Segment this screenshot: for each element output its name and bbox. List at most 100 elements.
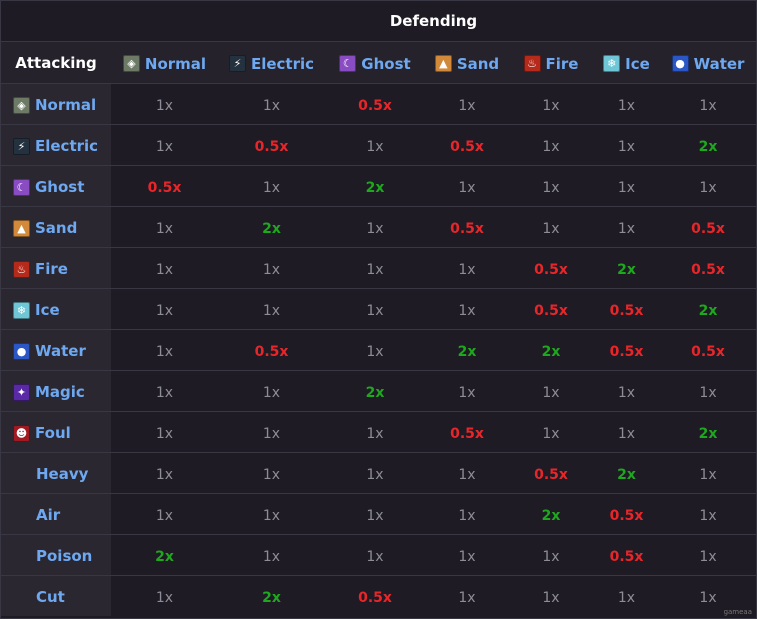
- multiplier-cell: 0.5x: [325, 575, 425, 616]
- multiplier-value: 1x: [155, 261, 174, 278]
- multiplier-cell: 1x: [325, 124, 425, 166]
- multiplier-value: 0.5x: [254, 343, 289, 360]
- type-label: ♨ Fire: [13, 260, 68, 278]
- attacking-type-cell: Cut: [1, 575, 111, 616]
- attacking-row-poison: Poison 2x 1x 1x 1x 1x 0.5x 1x: [1, 534, 757, 576]
- multiplier-cell: 1x: [325, 411, 425, 453]
- multiplier-value: 1x: [155, 507, 174, 524]
- multiplier-value: 1x: [366, 425, 384, 442]
- multiplier-value: 2x: [262, 589, 281, 606]
- multiplier-value: 2x: [698, 138, 718, 155]
- multiplier-cell: 1x: [325, 493, 425, 535]
- multiplier-cell: 0.5x: [593, 534, 660, 576]
- multiplier-value: 1x: [366, 302, 384, 319]
- multiplier-value: 0.5x: [254, 138, 289, 155]
- type-name: Cut: [36, 587, 65, 606]
- type-name: Magic: [35, 383, 85, 402]
- multiplier-value: 0.5x: [609, 302, 644, 319]
- type-name: Normal: [35, 96, 97, 115]
- multiplier-cell: 1x: [660, 83, 757, 125]
- multiplier-value: 1x: [155, 97, 174, 114]
- multiplier-cell: 2x: [660, 124, 757, 166]
- multiplier-value: 1x: [617, 179, 636, 196]
- multiplier-cell: 1x: [660, 493, 757, 535]
- type-label: ◈ Normal: [13, 96, 96, 114]
- multiplier-cell: 1x: [509, 124, 593, 166]
- electric-type-icon: ⚡: [228, 55, 246, 73]
- type-name: Air: [36, 505, 61, 524]
- type-name: Foul: [35, 424, 71, 443]
- type-name: Ice: [625, 54, 650, 73]
- attacking-type-cell: ☾ Ghost: [1, 165, 111, 207]
- multiplier-cell: 1x: [218, 288, 325, 330]
- multiplier-value: 1x: [155, 220, 174, 237]
- multiplier-cell: 1x: [111, 288, 218, 330]
- multiplier-cell: 2x: [509, 493, 593, 535]
- multiplier-cell: 2x: [660, 288, 757, 330]
- multiplier-value: 0.5x: [358, 97, 392, 114]
- multiplier-cell: 2x: [593, 247, 660, 289]
- magic-type-icon: ✦: [13, 383, 30, 401]
- ghost-type-icon: ☾: [13, 178, 30, 196]
- multiplier-value: 1x: [155, 466, 174, 483]
- multiplier-cell: 1x: [325, 329, 425, 371]
- multiplier-cell: 0.5x: [425, 124, 509, 166]
- type-chart-panel: Defending Attacking ◈ Normal ⚡ Electric ☾ Gho…: [0, 0, 757, 619]
- multiplier-value: 1x: [155, 589, 174, 606]
- multiplier-value: 1x: [542, 138, 560, 155]
- multiplier-value: 2x: [698, 425, 718, 442]
- defending-col-electric: ⚡ Electric: [218, 41, 325, 84]
- multiplier-value: 1x: [617, 425, 636, 442]
- multiplier-value: 0.5x: [691, 220, 725, 237]
- type-name: Water: [693, 54, 745, 73]
- multiplier-value: 1x: [155, 425, 174, 442]
- multiplier-value: 1x: [366, 138, 384, 155]
- attacking-type-cell: ⚡ Electric: [1, 124, 111, 166]
- multiplier-cell: 1x: [218, 370, 325, 412]
- multiplier-value: 2x: [365, 179, 385, 196]
- type-label: Air: [36, 506, 60, 524]
- attacking-row-heavy: Heavy 1x 1x 1x 1x 0.5x 2x 1x: [1, 452, 757, 494]
- type-label: ▲ Sand: [13, 219, 77, 237]
- multiplier-cell: 1x: [660, 534, 757, 576]
- multiplier-cell: 2x: [218, 575, 325, 616]
- multiplier-cell: 0.5x: [111, 165, 218, 207]
- multiplier-cell: 1x: [218, 247, 325, 289]
- multiplier-value: 1x: [458, 97, 476, 114]
- multiplier-value: 2x: [457, 343, 477, 360]
- type-name: Water: [35, 342, 86, 361]
- multiplier-cell: 1x: [660, 452, 757, 494]
- attacking-row-sand: ▲ Sand 1x 2x 1x 0.5x 1x 1x 0.5x: [1, 206, 757, 248]
- normal-type-icon: ◈: [122, 55, 140, 73]
- multiplier-value: 0.5x: [534, 302, 568, 319]
- multiplier-value: 1x: [699, 548, 717, 565]
- type-label: ♨ Fire: [523, 54, 579, 73]
- multiplier-cell: 1x: [218, 165, 325, 207]
- type-label: ▲ Sand: [434, 54, 500, 73]
- multiplier-value: 0.5x: [358, 589, 392, 606]
- multiplier-value: 1x: [458, 302, 476, 319]
- multiplier-cell: 0.5x: [425, 206, 509, 248]
- multiplier-value: 1x: [617, 589, 636, 606]
- multiplier-cell: 0.5x: [509, 452, 593, 494]
- type-label: Poison: [36, 547, 92, 565]
- multiplier-value: 1x: [617, 384, 636, 401]
- multiplier-cell: 1x: [509, 575, 593, 616]
- attacking-row-ice: ❄ Ice 1x 1x 1x 1x 0.5x 0.5x 2x: [1, 288, 757, 330]
- multiplier-cell: 0.5x: [660, 329, 757, 371]
- multiplier-cell: 2x: [111, 534, 218, 576]
- attacking-type-cell: Heavy: [1, 452, 111, 494]
- multiplier-cell: 0.5x: [325, 83, 425, 125]
- multiplier-cell: 1x: [509, 370, 593, 412]
- normal-type-icon: ◈: [13, 96, 30, 114]
- type-name: Fire: [545, 54, 579, 73]
- fire-type-icon: ♨: [13, 260, 30, 278]
- multiplier-cell: 1x: [218, 83, 325, 125]
- type-label: ❄ Ice: [603, 55, 650, 73]
- multiplier-cell: 0.5x: [218, 124, 325, 166]
- foul-type-icon: ☻: [13, 424, 30, 442]
- multiplier-value: 1x: [366, 548, 384, 565]
- multiplier-cell: 2x: [325, 370, 425, 412]
- type-name: Sand: [456, 54, 500, 73]
- electric-type-icon: ⚡: [13, 137, 30, 155]
